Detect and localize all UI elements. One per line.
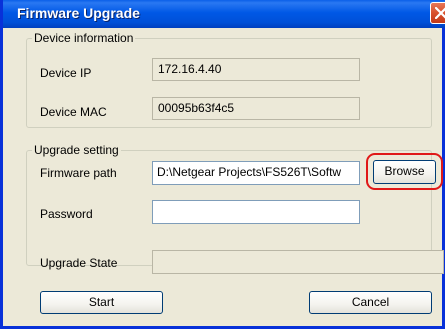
firmware-path-label: Firmware path	[40, 166, 117, 180]
firmware-upgrade-dialog: Firmware Upgrade Device information Devi…	[0, 0, 445, 329]
password-label: Password	[40, 207, 93, 221]
password-input[interactable]	[152, 200, 360, 224]
device-ip-label: Device IP	[40, 66, 92, 80]
close-button[interactable]	[430, 2, 445, 24]
device-information-heading: Device information	[32, 31, 136, 45]
window-title: Firmware Upgrade	[17, 5, 140, 21]
cancel-button[interactable]: Cancel	[309, 291, 432, 314]
title-bar[interactable]: Firmware Upgrade	[3, 0, 445, 28]
firmware-path-input[interactable]: D:\Netgear Projects\FS526T\Softw	[152, 161, 360, 185]
start-button[interactable]: Start	[40, 291, 163, 314]
browse-button[interactable]: Browse	[373, 160, 436, 184]
upgrade-state-field	[152, 250, 444, 274]
device-ip-field: 172.16.4.40	[152, 58, 360, 81]
upgrade-setting-heading: Upgrade setting	[32, 143, 121, 157]
device-mac-label: Device MAC	[40, 105, 107, 119]
upgrade-state-label: Upgrade State	[40, 256, 118, 270]
close-icon	[435, 7, 445, 19]
device-mac-field: 00095b63f4c5	[152, 97, 360, 120]
